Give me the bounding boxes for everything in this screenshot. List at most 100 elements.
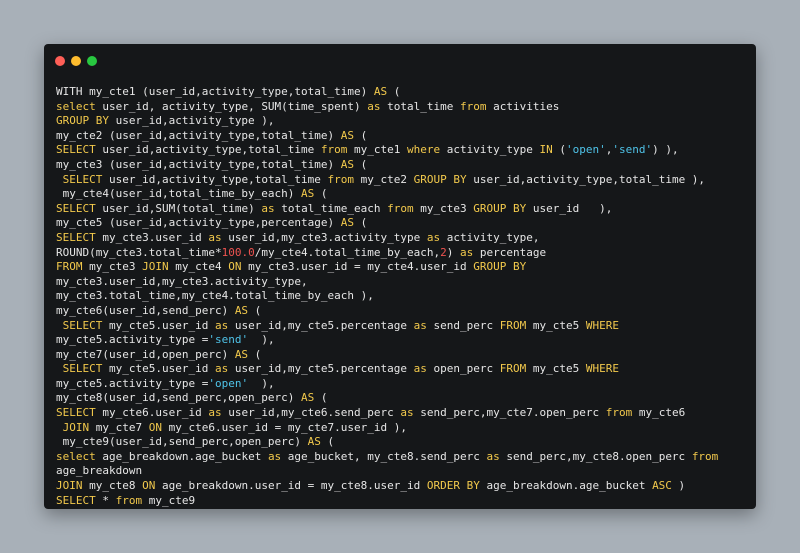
code-line: SELECT my_cte5.user_id as user_id,my_cte… — [56, 362, 750, 377]
sql-keyword: ASC — [652, 479, 672, 493]
sql-keyword: as — [214, 318, 229, 332]
code-line: JOIN my_cte8 ON age_breakdown.user_id = … — [56, 479, 750, 494]
sql-keyword: FROM — [499, 362, 527, 376]
code-text: user_id,activity_type ), — [108, 114, 275, 128]
code-line: SELECT user_id,activity_type,total_time … — [56, 173, 750, 188]
code-text: my_cte9(user_id,send_perc,open_perc) — [56, 435, 308, 449]
sql-keyword: as — [214, 362, 229, 376]
sql-keyword: IN — [539, 143, 553, 157]
code-text: my_cte3.user_id,my_cte3.activity_type, — [56, 274, 308, 288]
code-text: my_cte5 — [526, 362, 586, 376]
sql-keyword: ON — [228, 260, 242, 274]
code-line: my_cte5.activity_type ='open' ), — [56, 377, 750, 392]
code-text: open_perc — [426, 362, 500, 376]
sql-keyword: from — [327, 172, 355, 186]
code-line: SELECT * from my_cte9 — [56, 494, 750, 509]
minimize-icon[interactable] — [71, 56, 81, 66]
code-line: FROM my_cte3 JOIN my_cte4 ON my_cte3.use… — [56, 260, 750, 275]
code-text: ( — [248, 347, 262, 361]
code-text: my_cte5.activity_type = — [56, 333, 209, 347]
code-text: user_id,my_cte6.send_perc — [221, 406, 401, 420]
code-text: user_id,activity_type,total_time — [95, 143, 321, 157]
code-line: my_cte4(user_id,total_time_by_each) AS ( — [56, 187, 750, 202]
sql-keyword: FROM — [56, 260, 83, 274]
code-line: select user_id, activity_type, SUM(time_… — [56, 100, 750, 115]
sql-keyword: AS — [373, 85, 388, 98]
code-line: select age_breakdown.age_bucket as age_b… — [56, 450, 750, 465]
window-titlebar — [44, 44, 756, 74]
code-text: age_breakdown.age_bucket — [479, 479, 653, 493]
code-text: my_cte5.user_id — [102, 318, 215, 332]
sql-keyword: JOIN — [56, 479, 83, 493]
sql-keyword: as — [413, 362, 427, 376]
code-text: my_cte7 — [89, 420, 149, 434]
code-text: user_id,my_cte3.activity_type — [221, 230, 427, 244]
code-text: my_cte5 — [526, 318, 586, 332]
sql-keyword: SELECT — [56, 143, 96, 157]
sql-keyword: as — [367, 99, 381, 113]
code-text: ( — [314, 391, 328, 405]
sql-keyword: SELECT — [56, 493, 96, 507]
code-text: ( — [320, 435, 335, 449]
sql-keyword: SELECT — [62, 362, 103, 376]
sql-keyword: from — [460, 99, 487, 113]
code-line: my_cte5 (user_id,activity_type,percentag… — [56, 216, 750, 231]
code-text: activity_type, — [440, 230, 540, 244]
code-line: ROUND(my_cte3.total_time*100.0/my_cte4.t… — [56, 246, 750, 261]
code-text: age_breakdown.age_bucket — [95, 449, 268, 463]
code-text: ( — [552, 143, 566, 157]
code-line: my_cte9(user_id,send_perc,open_perc) AS … — [56, 435, 750, 450]
sql-keyword: ON — [148, 420, 162, 434]
code-text: age_breakdown — [56, 464, 143, 478]
sql-keyword: as — [261, 201, 275, 215]
sql-keyword: GROUP BY — [473, 260, 527, 274]
sql-keyword: SELECT — [62, 172, 103, 186]
code-text: * — [95, 493, 116, 507]
code-text: WITH my_cte1 (user_id,activity_type,tota… — [56, 85, 374, 98]
code-text: my_cte6.user_id = my_cte7.user_id ), — [161, 420, 408, 434]
sql-code-block: WITH my_cte1 (user_id,activity_type,tota… — [56, 85, 750, 508]
sql-keyword: AS — [234, 347, 249, 361]
code-text: /my_cte4.total_time_by_each, — [254, 245, 441, 259]
code-text: ( — [314, 187, 328, 201]
maximize-icon[interactable] — [87, 56, 97, 66]
sql-keyword: ORDER BY — [426, 479, 480, 493]
code-text: ( — [354, 157, 368, 171]
sql-keyword: as — [208, 406, 222, 420]
code-text: my_cte6.user_id — [95, 406, 209, 420]
sql-keyword: as — [460, 245, 474, 259]
code-line: SELECT my_cte3.user_id as user_id,my_cte… — [56, 231, 750, 246]
close-icon[interactable] — [55, 56, 65, 66]
code-text: send_perc,my_cte8.open_perc — [499, 449, 692, 463]
code-text: ( — [248, 303, 262, 317]
sql-keyword: SELECT — [56, 230, 96, 244]
string-literal: 'send' — [208, 333, 249, 347]
code-text: ( — [354, 128, 368, 142]
code-line: my_cte5.activity_type ='send' ), — [56, 333, 750, 348]
sql-keyword: JOIN — [142, 260, 169, 274]
code-text: ( — [387, 85, 401, 98]
code-line: SELECT user_id,activity_type,total_time … — [56, 143, 750, 158]
code-text: my_cte3.user_id = my_cte4.user_id — [241, 260, 474, 274]
code-text: user_id, activity_type, SUM(time_spent) — [95, 99, 368, 113]
number-literal: 100.0 — [221, 245, 255, 259]
sql-keyword: as — [400, 406, 414, 420]
code-text: send_perc — [426, 318, 500, 332]
code-line: my_cte3.user_id,my_cte3.activity_type, — [56, 275, 750, 290]
sql-keyword: from — [691, 449, 719, 463]
code-text: my_cte8(user_id,send_perc,open_perc) — [56, 391, 302, 405]
string-literal: 'open' — [208, 376, 249, 390]
code-line: SELECT my_cte5.user_id as user_id,my_cte… — [56, 319, 750, 334]
sql-keyword: ON — [142, 479, 156, 493]
sql-keyword: as — [413, 318, 427, 332]
code-line: SELECT user_id,SUM(total_time) as total_… — [56, 202, 750, 217]
code-text: user_id,my_cte5.percentage — [228, 318, 414, 332]
code-text: my_cte5.user_id — [102, 362, 215, 376]
string-literal: 'send' — [612, 143, 653, 157]
code-text: my_cte6(user_id,send_perc) — [56, 303, 235, 317]
code-line: my_cte2 (user_id,activity_type,total_tim… — [56, 129, 750, 144]
code-text: my_cte3 — [413, 201, 474, 215]
sql-keyword: AS — [340, 157, 355, 171]
